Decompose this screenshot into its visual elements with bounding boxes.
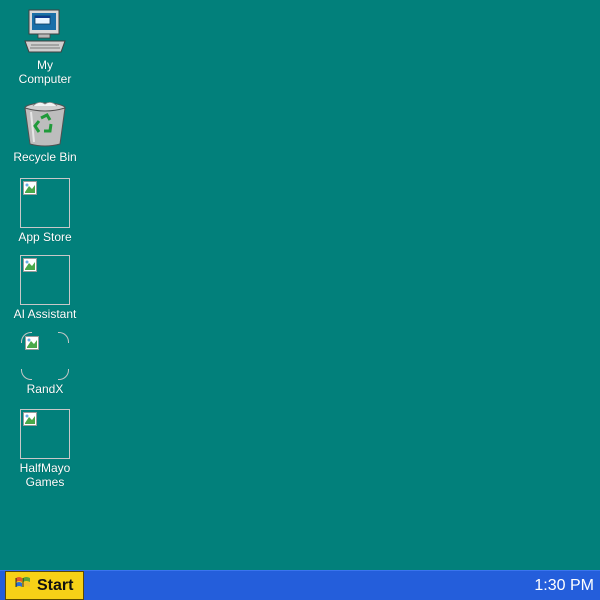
- desktop[interactable]: My Computer Recycle Bin App Store AI Ass…: [0, 0, 600, 570]
- desktop-icon-app-store[interactable]: App Store: [5, 178, 85, 244]
- desktop-icon-label: RandX: [26, 382, 64, 396]
- desktop-icon-ai-assistant[interactable]: AI Assistant: [5, 255, 85, 321]
- windows-logo-icon: [15, 576, 31, 595]
- broken-image-icon: [20, 255, 70, 305]
- desktop-icon-label: HalfMayo Games: [19, 461, 71, 489]
- desktop-icon-label: App Store: [18, 230, 72, 244]
- broken-image-icon: [20, 409, 70, 459]
- desktop-icon-randx[interactable]: RandX: [5, 332, 85, 396]
- desktop-icon-recycle-bin[interactable]: Recycle Bin: [5, 100, 85, 164]
- desktop-icon-halfmayo-games[interactable]: HalfMayo Games: [5, 409, 85, 489]
- computer-icon: [21, 8, 69, 56]
- start-button[interactable]: Start: [5, 571, 84, 600]
- desktop-icon-label: AI Assistant: [13, 307, 77, 321]
- broken-image-icon: [20, 178, 70, 228]
- start-label: Start: [37, 576, 74, 594]
- recycle-bin-icon: [21, 100, 69, 148]
- desktop-icon-label: Recycle Bin: [13, 150, 77, 164]
- desktop-icon-label: My Computer: [18, 58, 72, 86]
- taskbar: Start 1:30 PM: [0, 570, 600, 600]
- broken-image-icon: [21, 332, 69, 380]
- clock[interactable]: 1:30 PM: [534, 577, 594, 595]
- desktop-icon-my-computer[interactable]: My Computer: [5, 8, 85, 86]
